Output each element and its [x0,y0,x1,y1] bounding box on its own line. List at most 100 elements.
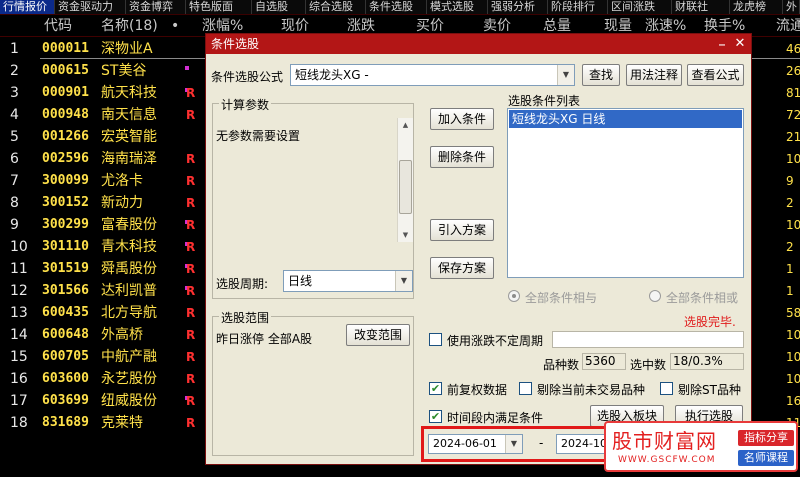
selected-value: 18/0.3% [670,353,744,370]
add-condition-button[interactable]: 加入条件 [430,108,494,130]
menu-tab[interactable]: 强弱分析 [488,0,548,14]
selected-label: 选中数 [630,358,667,372]
view-formula-button[interactable]: 查看公式 [687,64,744,86]
stock-code: 301566 [42,283,89,298]
stock-name: 宏英智能 [101,129,157,145]
row-number: 12 [10,283,28,299]
stock-name: ST美谷 [101,63,147,79]
stock-code: 603699 [42,393,89,408]
adjust-checkbox[interactable]: ✔ [429,382,442,395]
dialog-titlebar[interactable]: 条件选股 – ✕ [206,34,751,54]
save-plan-button[interactable]: 保存方案 [430,257,494,279]
row-number: 17 [10,393,28,409]
chevron-down-icon[interactable]: ▼ [557,65,574,85]
uncertain-period-checkbox[interactable] [429,333,442,346]
menu-tab[interactable]: 特色版面 [186,0,252,14]
margin-flag: R [186,394,196,408]
condition-list: 短线龙头XG 日线 [507,108,744,278]
row-number: 14 [10,327,28,343]
menu-tab[interactable]: 财联社 [672,0,730,14]
condition-list-item[interactable]: 短线龙头XG 日线 [509,110,742,128]
exclude-untraded-label: 剔除当前未交易品种 [537,383,646,397]
margin-flag: R [186,86,196,100]
flow-value: 1 [786,262,794,276]
formula-label: 条件选股公式 [211,70,284,84]
col-flow[interactable]: 流通 [776,15,800,37]
usage-notes-button[interactable]: 用法注释 [626,64,682,86]
chevron-down-icon[interactable]: ▼ [505,435,522,453]
menu-tab[interactable]: 综合选股 [306,0,366,14]
minimize-icon[interactable]: – [714,35,730,53]
radio-and[interactable] [508,290,520,302]
change-range-button[interactable]: 改变范围 [346,324,410,346]
margin-flag: R [186,328,196,342]
flow-value: 10 [786,372,800,386]
menu-tab[interactable]: 资金博弈 [126,0,186,14]
flow-value: 1 [786,284,794,298]
menu-tab[interactable]: 行情报价 [0,0,55,14]
period-select[interactable]: 日线 ▼ [283,270,413,292]
flow-value: 16 [786,394,800,408]
exclude-st-label: 剔除ST品种 [678,383,741,397]
top-menu-bar: 行情报价 资金驱动力 资金博弈 特色版面 自选股 综合选股 条件选股 模式选股 强弱分析 阶段排行… [0,0,800,15]
flow-value: 72 [786,108,800,122]
stock-code: 300099 [42,173,89,188]
flow-value: 105 [786,350,800,364]
flow-value: 2 [786,196,794,210]
period-label: 选股周期: [216,277,269,291]
scroll-up-icon[interactable]: ▲ [399,118,412,132]
stock-code: 000011 [42,41,89,56]
adjust-label: 前复权数据 [447,383,508,397]
menu-tab[interactable]: 自选股 [252,0,306,14]
row-number: 10 [10,239,28,255]
radio-or[interactable] [649,290,661,302]
stock-name: 北方导航 [101,305,157,321]
count-value: 5360 [582,353,626,370]
menu-tab[interactable]: 条件选股 [366,0,427,14]
date-separator: - [539,436,544,450]
scroll-thumb[interactable] [399,160,412,214]
exclude-st-checkbox[interactable] [660,382,673,395]
margin-flag: R [186,218,196,232]
marker-dot-icon [185,66,189,70]
scroll-down-icon[interactable]: ▼ [399,228,412,242]
flow-value: 10 [786,152,800,166]
start-date-picker[interactable]: 2024-06-01 ▼ [428,434,523,454]
flow-value: 58 [786,306,800,320]
menu-tab[interactable]: 外 [783,0,800,14]
radio-and-label: 全部条件相与 [525,291,598,305]
row-number: 9 [10,217,19,233]
margin-flag: R [186,174,196,188]
menu-tab[interactable]: 龙虎榜 [730,0,783,14]
row-number: 5 [10,129,19,145]
menu-tab[interactable]: 模式选股 [427,0,488,14]
formula-value: 短线龙头XG - [295,68,369,82]
menu-tab[interactable]: 区间涨跌 [608,0,672,14]
col-code[interactable]: 代码 [44,15,72,37]
import-plan-button[interactable]: 引入方案 [430,219,494,241]
menu-tab[interactable]: 阶段排行 [548,0,608,14]
uncertain-period-input[interactable] [552,331,744,348]
flow-value: 9 [786,174,794,188]
stock-name: 尤洛卡 [101,173,143,189]
margin-flag: R [186,306,196,320]
col-name[interactable]: 名称(18) [101,15,158,37]
exclude-untraded-checkbox[interactable] [519,382,532,395]
stock-code: 831689 [42,415,89,430]
period-meet-checkbox[interactable]: ✔ [429,410,442,423]
row-number: 7 [10,173,19,189]
chevron-down-icon[interactable]: ▼ [395,271,412,291]
params-scrollbar[interactable]: ▲ ▼ [397,118,413,242]
delete-condition-button[interactable]: 删除条件 [430,146,494,168]
params-text: 无参数需要设置 [216,129,301,143]
flow-value: 10 [786,218,800,232]
formula-select[interactable]: 短线龙头XG - ▼ [290,64,575,86]
condition-select-dialog: 条件选股 – ✕ 条件选股公式 短线龙头XG - ▼ 查找 用法注释 查看公式 … [205,33,752,465]
find-button[interactable]: 查找 [582,64,620,86]
stock-name: 富春股份 [101,217,157,233]
row-number: 1 [10,41,19,57]
stock-name: 中航产融 [101,349,157,365]
period-value: 日线 [288,274,313,288]
close-icon[interactable]: ✕ [732,35,748,53]
menu-tab[interactable]: 资金驱动力 [55,0,126,14]
